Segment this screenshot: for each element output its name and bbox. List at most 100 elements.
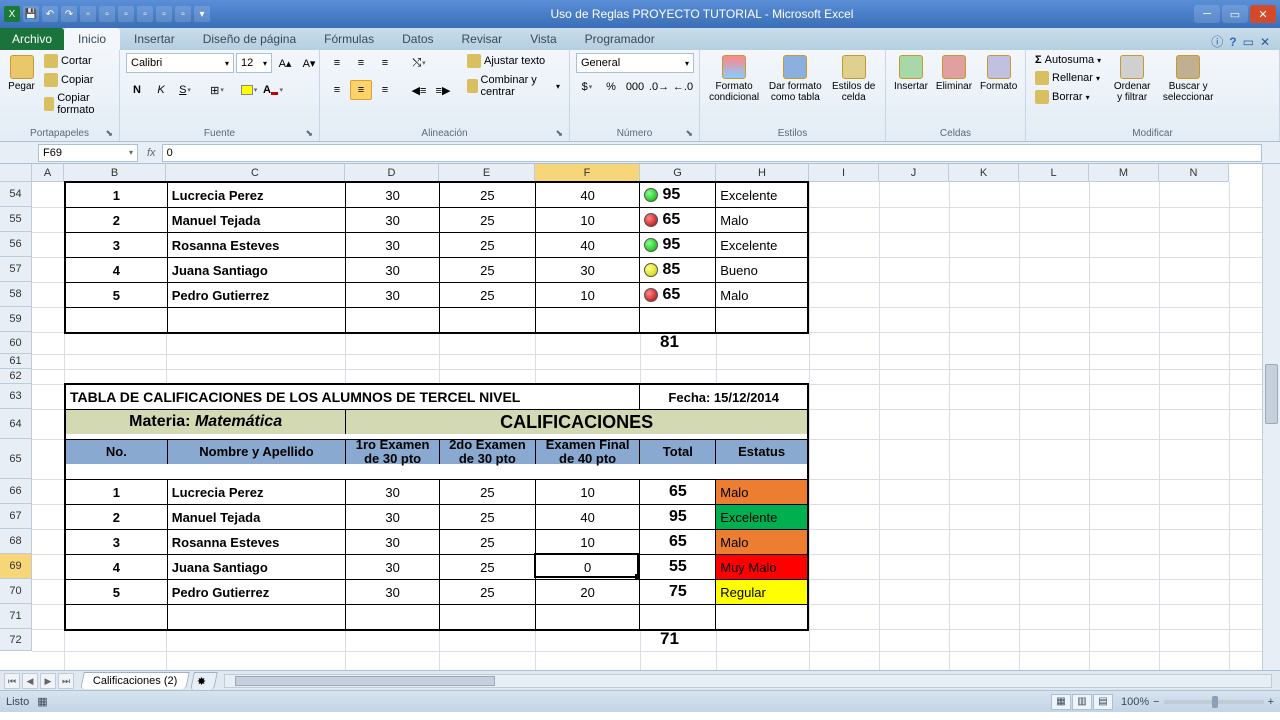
dialog-launcher-icon[interactable]: ⬊ [555, 128, 563, 139]
currency-icon[interactable]: $▾ [576, 77, 598, 97]
row-header[interactable]: 58 [0, 282, 32, 307]
dialog-launcher-icon[interactable]: ⬊ [685, 128, 693, 139]
delete-cells-button[interactable]: Eliminar [934, 53, 974, 94]
column-header[interactable]: N [1159, 164, 1229, 182]
underline-button[interactable]: S▾ [174, 80, 196, 100]
autosum-button[interactable]: ΣAutosuma▾ [1032, 53, 1104, 67]
first-sheet-icon[interactable]: ⏮ [4, 673, 20, 689]
number-format-combo[interactable]: General▾ [576, 53, 694, 73]
qat-icon[interactable]: ▫ [156, 6, 172, 22]
decrease-indent-icon[interactable]: ◀≡ [408, 80, 430, 100]
row-header[interactable]: 60 [0, 332, 32, 354]
column-header[interactable]: I [809, 164, 879, 182]
font-color-button[interactable]: A▾ [262, 80, 284, 100]
sort-filter-button[interactable]: Ordenar y filtrar [1108, 53, 1156, 105]
row-header[interactable]: 57 [0, 257, 32, 282]
dialog-launcher-icon[interactable]: ⬊ [305, 128, 313, 139]
row-header[interactable]: 71 [0, 604, 32, 629]
align-top-icon[interactable]: ≡ [326, 53, 348, 73]
page-break-view-icon[interactable]: ▤ [1093, 694, 1113, 710]
column-header[interactable]: B [64, 164, 166, 182]
insert-cells-button[interactable]: Insertar [892, 53, 930, 94]
italic-button[interactable]: K [150, 80, 172, 100]
border-button[interactable]: ⊞▾ [206, 80, 228, 100]
select-all-corner[interactable] [0, 164, 32, 182]
row-header[interactable]: 59 [0, 307, 32, 332]
align-right-icon[interactable]: ≡ [374, 80, 396, 100]
row-header[interactable]: 69 [0, 554, 32, 579]
column-header[interactable]: M [1089, 164, 1159, 182]
row-header[interactable]: 56 [0, 232, 32, 257]
column-header[interactable]: H [716, 164, 809, 182]
redo-icon[interactable]: ↷ [61, 6, 77, 22]
row-header[interactable]: 63 [0, 384, 32, 409]
clear-button[interactable]: Borrar▾ [1032, 89, 1104, 105]
scroll-thumb[interactable] [1265, 364, 1278, 424]
tab-review[interactable]: Revisar [448, 28, 517, 50]
column-header[interactable]: L [1019, 164, 1089, 182]
last-sheet-icon[interactable]: ⏭ [58, 673, 74, 689]
tab-developer[interactable]: Programador [571, 28, 669, 50]
row-header[interactable]: 67 [0, 504, 32, 529]
find-select-button[interactable]: Buscar y seleccionar [1160, 53, 1216, 105]
file-tab[interactable]: Archivo [0, 28, 64, 50]
increase-decimal-icon[interactable]: .0→ [648, 77, 670, 97]
column-header[interactable]: A [32, 164, 64, 182]
vertical-scrollbar[interactable] [1262, 164, 1280, 670]
next-sheet-icon[interactable]: ▶ [40, 673, 56, 689]
tab-insert[interactable]: Insertar [120, 28, 189, 50]
scroll-thumb[interactable] [235, 676, 495, 686]
window-restore-icon[interactable]: ▭ [1243, 35, 1254, 49]
orientation-icon[interactable]: ⤭▾ [408, 53, 430, 73]
row-header[interactable]: 54 [0, 182, 32, 207]
percent-icon[interactable]: % [600, 77, 622, 97]
tab-formulas[interactable]: Fórmulas [310, 28, 388, 50]
zoom-out-icon[interactable]: − [1153, 696, 1159, 708]
copy-button[interactable]: Copiar [41, 72, 113, 88]
name-box[interactable]: F69▾ [38, 144, 138, 162]
qat-dropdown-icon[interactable]: ▾ [194, 6, 210, 22]
fx-icon[interactable]: fx [147, 147, 156, 159]
normal-view-icon[interactable]: ▦ [1051, 694, 1071, 710]
row-header[interactable]: 55 [0, 207, 32, 232]
fill-color-button[interactable]: ▾ [238, 80, 260, 100]
align-middle-icon[interactable]: ≡ [350, 53, 372, 73]
comma-icon[interactable]: 000 [624, 77, 646, 97]
bold-button[interactable]: N [126, 80, 148, 100]
close-button[interactable]: ✕ [1250, 5, 1276, 23]
zoom-slider[interactable] [1164, 700, 1264, 704]
prev-sheet-icon[interactable]: ◀ [22, 673, 38, 689]
column-header[interactable]: F [535, 164, 640, 182]
format-cells-button[interactable]: Formato [978, 53, 1019, 94]
qat-icon[interactable]: ▫ [80, 6, 96, 22]
column-header[interactable]: G [640, 164, 716, 182]
decrease-font-icon[interactable]: A▾ [298, 53, 320, 73]
row-header[interactable]: 68 [0, 529, 32, 554]
qat-icon[interactable]: ▫ [99, 6, 115, 22]
tab-layout[interactable]: Diseño de página [189, 28, 310, 50]
wrap-text-button[interactable]: Ajustar texto [464, 53, 563, 69]
zoom-control[interactable]: 100% − + [1121, 696, 1274, 708]
cut-button[interactable]: Cortar [41, 53, 113, 69]
qat-icon[interactable]: ▫ [175, 6, 191, 22]
qat-icon[interactable]: ▫ [137, 6, 153, 22]
sheet-tab[interactable]: Calificaciones (2) [80, 672, 190, 689]
formula-input[interactable]: 0 [162, 144, 1262, 162]
column-header[interactable]: J [879, 164, 949, 182]
merge-center-button[interactable]: Combinar y centrar▾ [464, 73, 563, 99]
help-icon[interactable]: ? [1229, 35, 1236, 49]
align-bottom-icon[interactable]: ≡ [374, 53, 396, 73]
paste-button[interactable]: Pegar [6, 53, 37, 94]
macro-record-icon[interactable]: ▦ [37, 695, 47, 708]
increase-indent-icon[interactable]: ≡▶ [432, 80, 454, 100]
format-as-table-button[interactable]: Dar formato como tabla [766, 53, 824, 105]
align-center-icon[interactable]: ≡ [350, 80, 372, 100]
fill-button[interactable]: Rellenar▾ [1032, 70, 1104, 86]
row-header[interactable]: 62 [0, 369, 32, 384]
row-header[interactable]: 66 [0, 479, 32, 504]
decrease-decimal-icon[interactable]: ←.0 [672, 77, 694, 97]
save-icon[interactable]: 💾 [23, 6, 39, 22]
tab-data[interactable]: Datos [388, 28, 447, 50]
row-header[interactable]: 70 [0, 579, 32, 604]
increase-font-icon[interactable]: A▴ [274, 53, 296, 73]
